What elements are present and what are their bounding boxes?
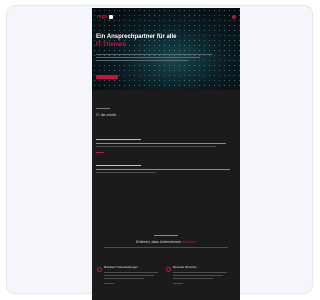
feature-icon bbox=[166, 267, 171, 272]
text-line bbox=[104, 247, 228, 248]
section-label bbox=[96, 108, 110, 109]
feature-link[interactable] bbox=[173, 283, 183, 284]
feature-text bbox=[173, 278, 213, 279]
logo[interactable]: mps bbox=[97, 14, 113, 20]
hero-text-line bbox=[96, 57, 200, 58]
feature-text bbox=[173, 275, 223, 276]
feature-link[interactable] bbox=[104, 283, 114, 284]
section-heading: IT, die zuhört ... bbox=[96, 113, 120, 117]
feature-text bbox=[104, 275, 154, 276]
logo-icon bbox=[108, 14, 113, 19]
menu-icon[interactable] bbox=[232, 15, 236, 19]
text-line bbox=[96, 143, 226, 144]
hero-text-line bbox=[96, 60, 188, 61]
logo-text: mps bbox=[97, 14, 108, 20]
text-line bbox=[96, 172, 156, 173]
feature-text bbox=[104, 278, 144, 279]
section-divider bbox=[154, 235, 178, 236]
feature-title: Modulare IT-Dienstleistungen bbox=[104, 266, 138, 269]
hero-section: mps Ein Ansprechpartner für alle IT-Theme… bbox=[92, 8, 240, 90]
block-title bbox=[96, 139, 141, 140]
feature-title: Maximale Sicherheit bbox=[173, 266, 197, 269]
website-preview[interactable]: mps Ein Ansprechpartner für alle IT-Theme… bbox=[92, 8, 240, 300]
text-line bbox=[96, 146, 216, 147]
feature-text bbox=[104, 272, 158, 273]
link-line[interactable] bbox=[96, 152, 104, 153]
content-section: IT, die zuhört ... Erfahren, dass Untern… bbox=[92, 90, 240, 300]
hero-title-highlight: IT-Themen bbox=[96, 42, 127, 48]
hero-title: Ein Ansprechpartner für alle IT-Themen bbox=[96, 34, 177, 48]
text-line bbox=[96, 169, 230, 170]
feature-text bbox=[173, 272, 227, 273]
block-title bbox=[96, 165, 141, 166]
section2-title: Erfahren, dass Unternehmen wachsen bbox=[136, 240, 196, 244]
feature-icon bbox=[97, 267, 102, 272]
hero-text-line bbox=[96, 54, 212, 55]
hero-cta-button[interactable] bbox=[96, 75, 118, 79]
